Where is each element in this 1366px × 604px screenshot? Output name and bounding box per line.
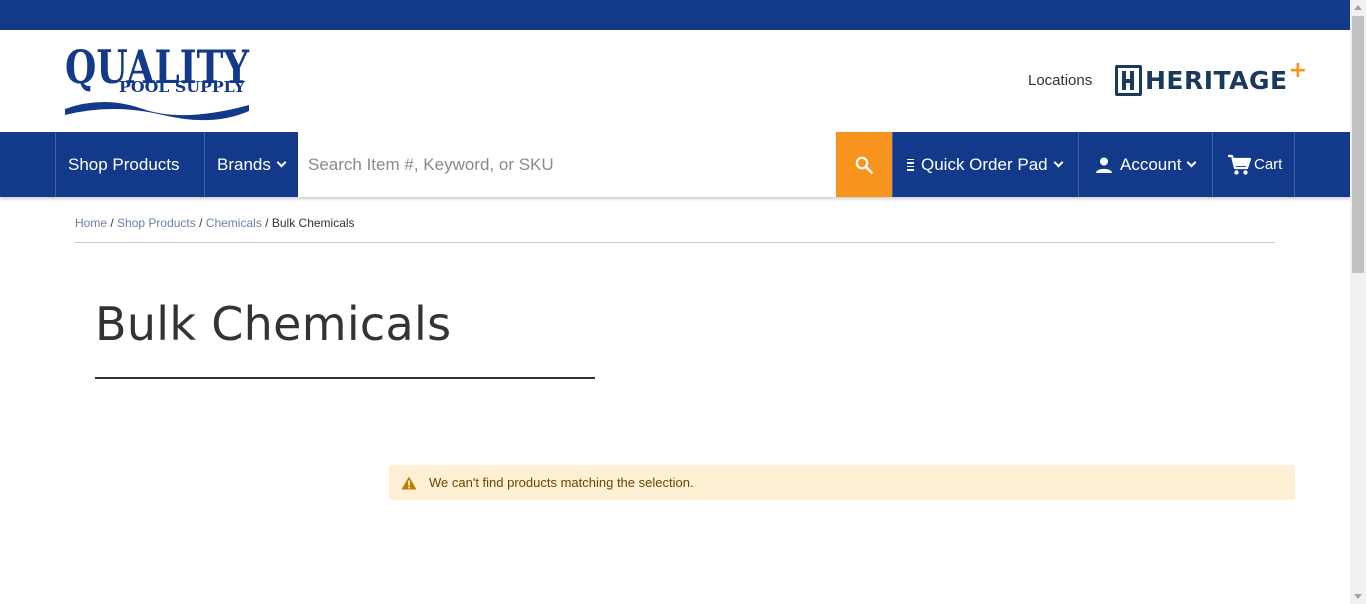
heritage-logo[interactable]: HERITAGE + (1115, 58, 1307, 97)
shop-products-menu[interactable]: Shop Products (55, 132, 205, 197)
breadcrumb: Home / Shop Products / Chemicals / Bulk … (75, 216, 355, 230)
user-icon (1096, 157, 1112, 173)
breadcrumb-shop-products[interactable]: Shop Products (117, 216, 196, 230)
account-menu[interactable]: Account (1078, 132, 1213, 197)
main-navigation: Shop Products Brands Quick Order Pad Acc… (0, 132, 1350, 197)
scroll-thumb[interactable] (1352, 16, 1364, 273)
search-icon (855, 156, 873, 174)
logo-sub-text: POOL SUPPLY (119, 78, 245, 96)
brands-menu[interactable]: Brands (204, 132, 298, 197)
cart-label: Cart (1254, 156, 1283, 173)
scroll-down-arrow-icon[interactable] (1354, 594, 1362, 599)
chevron-down-icon (1053, 157, 1064, 168)
chevron-down-icon (1186, 157, 1197, 168)
no-products-notice: We can't find products matching the sele… (389, 465, 1295, 500)
quick-order-pad-label: Quick Order Pad (921, 154, 1048, 174)
breadcrumb-chemicals[interactable]: Chemicals (206, 216, 262, 230)
locations-link[interactable]: Locations (1028, 72, 1092, 89)
brands-label: Brands (217, 154, 271, 174)
page-title: Bulk Chemicals (95, 297, 452, 351)
warning-icon (401, 476, 417, 490)
quality-pool-supply-logo[interactable]: QUALITY POOL SUPPLY (63, 39, 253, 125)
notice-message: We can't find products matching the sele… (429, 475, 694, 490)
quick-order-pad-menu[interactable]: Quick Order Pad (892, 132, 1079, 197)
breadcrumb-separator: / (110, 216, 114, 230)
site-header: QUALITY POOL SUPPLY Locations HERITAGE + (0, 30, 1350, 132)
list-icon (907, 158, 914, 171)
cart-button[interactable]: Cart (1212, 132, 1295, 197)
scroll-up-arrow-icon[interactable] (1354, 5, 1362, 10)
title-underline (95, 377, 595, 379)
chevron-down-icon (276, 157, 287, 168)
breadcrumb-divider (75, 242, 1275, 243)
breadcrumb-current: Bulk Chemicals (271, 216, 355, 230)
breadcrumb-separator: / (265, 216, 269, 230)
page-scrollbar[interactable] (1350, 0, 1366, 604)
heritage-h-icon (1115, 64, 1142, 96)
search-button[interactable] (836, 132, 892, 197)
shop-products-label: Shop Products (68, 154, 180, 174)
breadcrumb-separator: / (199, 216, 203, 230)
account-label: Account (1120, 154, 1182, 174)
search-input[interactable] (298, 132, 836, 197)
top-bar (0, 0, 1350, 30)
breadcrumb-home[interactable]: Home (75, 216, 107, 230)
cart-icon (1228, 154, 1251, 175)
heritage-plus-mark: + (1288, 57, 1308, 83)
heritage-logo-text: HERITAGE (1145, 65, 1288, 95)
